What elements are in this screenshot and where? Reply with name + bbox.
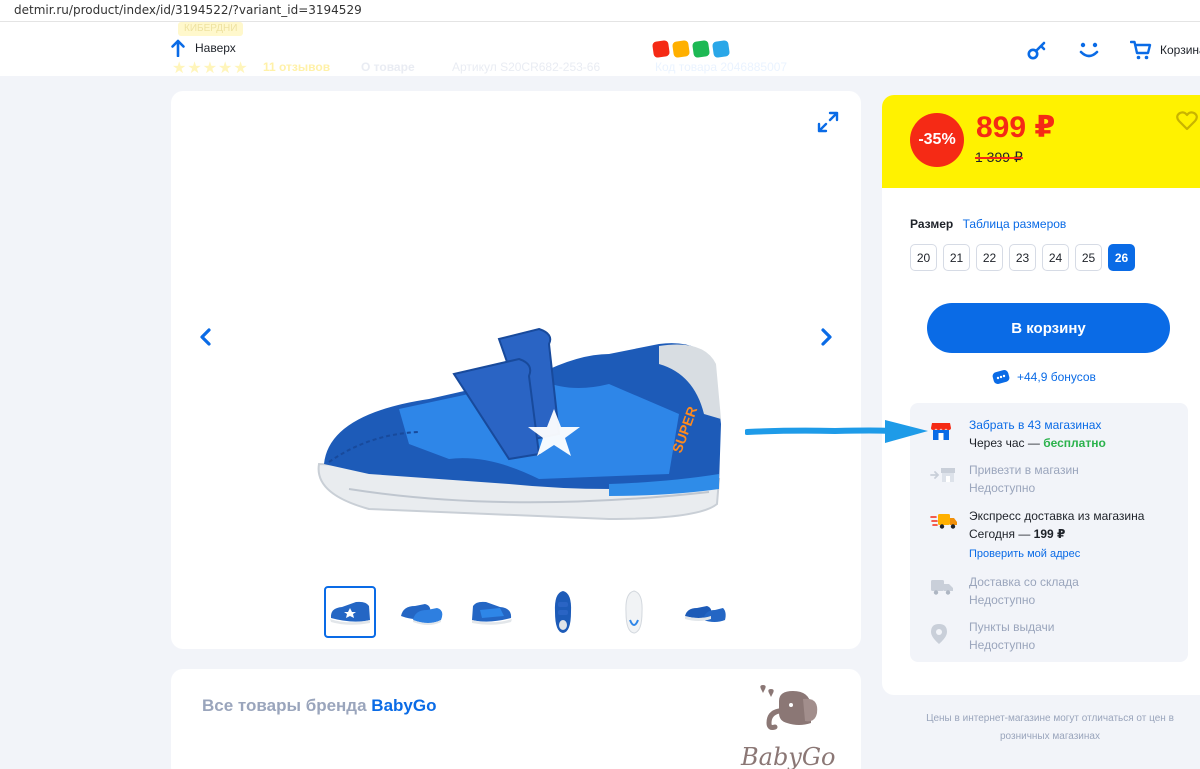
cart-icon[interactable]: [1130, 39, 1152, 61]
thumbnail-2[interactable]: [395, 586, 447, 638]
add-to-cart-button[interactable]: В корзину: [927, 303, 1170, 353]
to-store-status: Недоступно: [969, 481, 1036, 495]
brand-name-link[interactable]: BabyGo: [371, 696, 436, 715]
discount-badge: -35%: [910, 113, 964, 167]
key-icon[interactable]: [1026, 39, 1048, 61]
favorite-heart-icon[interactable]: [1176, 111, 1198, 131]
express-price: 199 ₽: [1033, 527, 1066, 541]
product-code-faded: Код товара 2046885007: [655, 60, 788, 74]
thumbnail-shoe-top: [554, 591, 572, 633]
logo-square-yellow: [671, 39, 691, 59]
brand-prefix: Все товары бренда: [202, 696, 367, 715]
about-link-faded: О товаре: [361, 60, 415, 74]
thumbnail-4[interactable]: [537, 586, 589, 638]
thumbnail-strip: [324, 586, 731, 638]
pickup-points-status: Недоступно: [969, 638, 1036, 652]
promo-badge-faded: КИБЕРДНИ: [178, 22, 244, 36]
product-gallery: SUPER: [171, 91, 861, 649]
old-price: 1 399 ₽: [975, 149, 1023, 165]
pickup-free-label: бесплатно: [1043, 436, 1106, 450]
size-option-22[interactable]: 22: [976, 244, 1003, 271]
store-transfer-icon: [930, 468, 955, 482]
logo-square-green: [691, 39, 711, 59]
thumbnail-shoe-pair: [401, 604, 443, 625]
size-option-23[interactable]: 23: [1009, 244, 1036, 271]
pickup-points-title: Пункты выдачи: [969, 620, 1055, 634]
size-option-26-selected[interactable]: 26: [1108, 244, 1135, 271]
annotation-arrow-icon: [745, 420, 928, 443]
thumbnail-1[interactable]: [324, 586, 376, 638]
thumbnail-3[interactable]: [466, 586, 518, 638]
price-disclaimer: Цены в интернет-магазине могут отличатьс…: [926, 713, 1174, 742]
warehouse-status: Недоступно: [969, 593, 1036, 607]
price-block: -35% 899 ₽ 1 399 ₽: [882, 95, 1200, 188]
current-price: 899 ₽: [976, 111, 1056, 144]
site-logo[interactable]: [651, 39, 731, 59]
size-selector: 20 21 22 23 24 25 26: [910, 244, 1135, 271]
pickup-time: Через час —: [969, 436, 1044, 450]
delivery-options: Забрать в 43 магазинах Через час — беспл…: [910, 403, 1188, 662]
purchase-panel: -35% 899 ₽ 1 399 ₽ Размер Таблица размер…: [882, 95, 1200, 695]
pickup-title[interactable]: Забрать в 43 магазинах: [969, 417, 1101, 434]
thumbnail-shoe-back: [685, 606, 726, 622]
pickup-subtitle: Через час — бесплатно: [969, 435, 1106, 452]
address-bar[interactable]: detmir.ru/product/index/id/3194522/?vari…: [0, 0, 1200, 22]
brand-logo-text: BabyGo: [740, 743, 836, 769]
thumbnail-shoe-sole: [625, 590, 643, 634]
url-text: detmir.ru/product/index/id/3194522/?vari…: [14, 3, 362, 17]
express-time: Сегодня —: [969, 527, 1034, 541]
product-main-image: SUPER: [317, 327, 721, 521]
cart-label[interactable]: Корзина: [1160, 43, 1200, 57]
site-header: КИБЕРДНИ ★★★★★ 11 отзывов О товаре Артик…: [0, 22, 1200, 77]
thumbnail-5[interactable]: [608, 586, 660, 638]
fullscreen-expand-icon[interactable]: [817, 111, 839, 133]
thumbnail-6[interactable]: [679, 586, 731, 638]
scroll-top-link[interactable]: Наверх: [170, 39, 236, 57]
size-option-20[interactable]: 20: [910, 244, 937, 271]
warehouse-truck-icon: [931, 580, 953, 595]
thumbnail-shoe-side: [330, 601, 370, 625]
brand-elephant-logo[interactable]: BabyGo: [739, 683, 849, 769]
size-header: Размер Таблица размеров: [910, 217, 1066, 231]
logo-square-red: [651, 39, 671, 59]
arrow-up-icon: [171, 39, 185, 57]
scroll-top-label: Наверх: [195, 41, 236, 55]
express-truck-icon: [930, 514, 957, 529]
next-image-chevron-icon[interactable]: [819, 327, 833, 347]
article-faded: Артикул S20CR682-253-66: [452, 60, 601, 74]
size-option-21[interactable]: 21: [943, 244, 970, 271]
rating-stars-faded: ★★★★★: [172, 60, 249, 77]
bonus-text: +44,9 бонусов: [1017, 370, 1096, 384]
size-table-link[interactable]: Таблица размеров: [963, 217, 1067, 231]
express-title: Экспресс доставка из магазина: [969, 509, 1145, 523]
bonus-info: +44,9 бонусов: [992, 370, 1096, 384]
warehouse-title: Доставка со склада: [969, 575, 1079, 589]
bonus-card-icon: [992, 370, 1010, 384]
brand-card: Все товары бренда BabyGo BabyGo: [171, 669, 861, 769]
store-icon: [931, 423, 951, 440]
logo-square-blue: [711, 39, 731, 59]
thumbnail-shoe-other-side: [472, 601, 512, 625]
brand-all-products-title[interactable]: Все товары бренда BabyGo: [202, 696, 436, 716]
size-label: Размер: [910, 217, 954, 231]
size-option-24[interactable]: 24: [1042, 244, 1069, 271]
express-subtitle: Сегодня — 199 ₽: [969, 526, 1065, 543]
to-store-title: Привезти в магазин: [969, 463, 1079, 477]
profile-smile-icon[interactable]: [1077, 39, 1101, 61]
prev-image-chevron-icon[interactable]: [199, 327, 213, 347]
reviews-link-faded: 11 отзывов: [263, 60, 331, 74]
size-option-25[interactable]: 25: [1075, 244, 1102, 271]
check-address-link[interactable]: Проверить мой адрес: [969, 546, 1080, 563]
map-pin-icon: [931, 624, 947, 644]
